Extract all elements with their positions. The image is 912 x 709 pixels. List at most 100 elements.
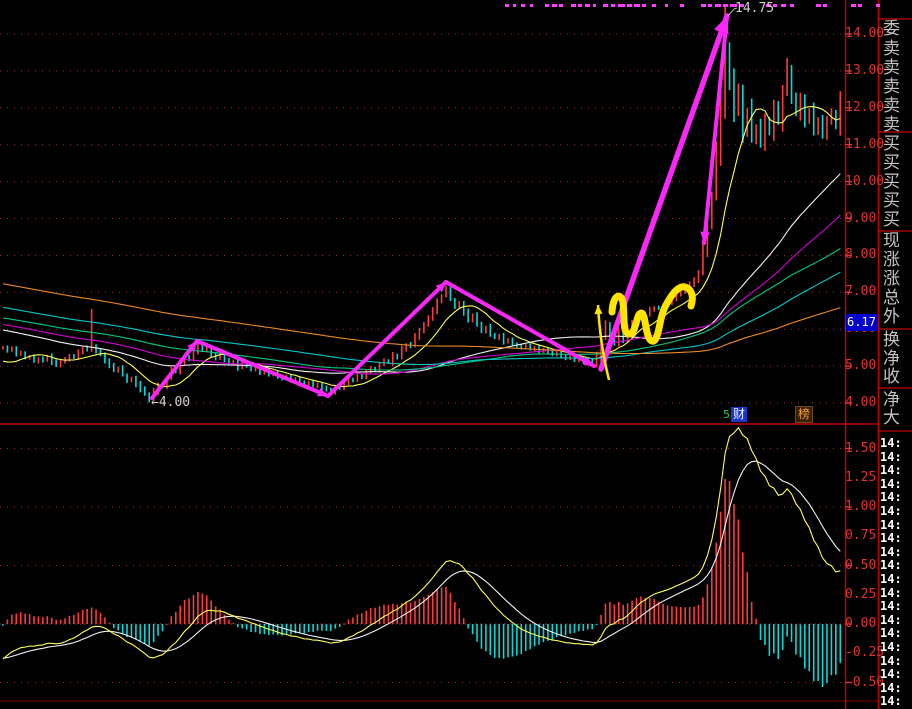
- panel-borders: [0, 0, 912, 709]
- candle: [480, 321, 483, 334]
- signal-marker: [790, 4, 794, 7]
- sidebar-field-label: 卖: [883, 115, 900, 135]
- macd-bar: [697, 604, 700, 624]
- macd-bar: [369, 608, 372, 624]
- tick-trade-time: 14:: [880, 450, 902, 464]
- macd-bar: [161, 624, 164, 632]
- macd-tick-label: -0.25: [845, 645, 885, 661]
- sidebar-field-label: 大: [883, 408, 900, 428]
- macd-bar: [826, 624, 828, 684]
- macd-bar: [427, 594, 430, 624]
- candle: [445, 285, 447, 298]
- macd-bar: [711, 567, 713, 624]
- macd-bar: [706, 584, 709, 624]
- candle: [746, 107, 749, 137]
- macd-bar: [378, 606, 381, 624]
- macd-bar: [498, 624, 500, 658]
- macd-tick-label: 0.75: [845, 528, 877, 544]
- macd-bar: [648, 598, 651, 624]
- macd-bar: [59, 619, 62, 624]
- candle: [826, 115, 828, 140]
- macd-bar: [821, 624, 824, 687]
- ma-line-MA80: [2, 248, 841, 371]
- price-tick-label: 8.00: [845, 247, 877, 263]
- candle: [511, 337, 514, 347]
- macd-bar: [201, 593, 204, 624]
- macd-bar: [675, 606, 678, 624]
- candle: [755, 124, 757, 144]
- signal-marker: [858, 4, 862, 7]
- macd-bar: [737, 519, 740, 624]
- candle: [15, 346, 18, 357]
- candle: [361, 373, 363, 379]
- cai-tag-button[interactable]: 5 财: [723, 407, 748, 422]
- macd-bar: [458, 608, 461, 624]
- candle: [604, 320, 607, 340]
- macd-bar: [555, 624, 558, 638]
- macd-bar: [529, 624, 531, 650]
- sidebar-field-label: 总: [883, 288, 900, 308]
- ma-line-MA110: [2, 271, 841, 366]
- macd-bar: [485, 624, 487, 652]
- macd-bar: [742, 552, 744, 624]
- macd-panel: [0, 426, 844, 687]
- sidebar-field-label: 买: [883, 172, 900, 192]
- macd-bar: [662, 603, 664, 624]
- macd-bar: [254, 624, 257, 633]
- candle: [2, 346, 4, 350]
- macd-bar: [653, 599, 656, 624]
- sidebar-field-label: 涨: [883, 269, 900, 289]
- macd-bar: [759, 624, 762, 640]
- sidebar-field-label: 收: [883, 367, 900, 387]
- macd-bar: [644, 597, 647, 624]
- macd-bar: [719, 511, 722, 624]
- macd-bar: [383, 604, 385, 624]
- tick-trade-time: 14:: [880, 491, 902, 505]
- macd-bar: [795, 624, 797, 655]
- sidebar-field-label: 买: [883, 134, 900, 154]
- signal-marker: [723, 4, 728, 7]
- signal-marker: [816, 4, 821, 7]
- macd-bar: [702, 597, 704, 624]
- bang-tag-label: 榜: [795, 406, 814, 423]
- candle: [117, 366, 119, 373]
- macd-bar: [591, 624, 593, 630]
- macd-bar: [236, 624, 239, 628]
- trend-arrow: [150, 339, 199, 400]
- price-tick-label: 11.00: [845, 136, 885, 152]
- macd-bar: [245, 624, 248, 630]
- macd-bar: [73, 615, 75, 624]
- candle: [812, 102, 815, 136]
- macd-bar: [33, 616, 35, 624]
- macd-bar: [303, 624, 306, 634]
- candlestick-macd-chart[interactable]: [0, 0, 912, 709]
- bang-tag-button[interactable]: 榜: [795, 406, 814, 423]
- candle: [427, 315, 430, 327]
- candle: [759, 118, 762, 148]
- macd-bar: [684, 607, 687, 624]
- candle: [799, 92, 802, 121]
- macd-bar: [81, 609, 84, 624]
- macd-bar: [640, 596, 642, 624]
- candle: [750, 98, 753, 143]
- candle: [715, 141, 718, 201]
- ma-line-MA45: [2, 173, 841, 374]
- candle: [139, 381, 142, 393]
- macd-bar: [755, 618, 757, 624]
- macd-bar: [42, 617, 44, 624]
- macd-bar: [223, 614, 226, 624]
- sidebar-field-label: 现: [883, 231, 900, 251]
- macd-bar: [228, 619, 230, 624]
- macd-bar: [112, 624, 115, 629]
- macd-bar: [817, 624, 819, 681]
- sidebar-field-label: 买: [883, 210, 900, 230]
- last-price-badge: 6.17: [846, 314, 877, 331]
- macd-bar: [804, 624, 806, 669]
- tick-trade-time: 14:: [880, 505, 902, 518]
- signal-marker: [513, 4, 516, 7]
- candle: [325, 385, 328, 392]
- candle: [648, 306, 651, 317]
- macd-bar: [24, 613, 26, 624]
- macd-bar: [773, 624, 775, 654]
- candle: [728, 42, 731, 91]
